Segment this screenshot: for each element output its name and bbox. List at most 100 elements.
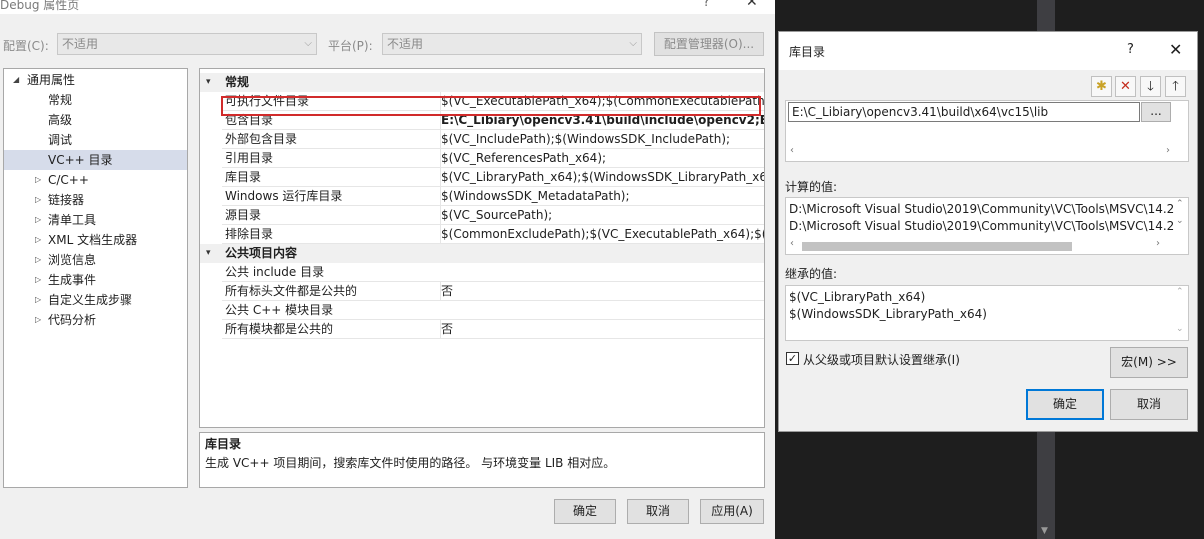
property-value[interactable]: $(VC_ReferencesPath_x64); xyxy=(440,149,764,167)
scroll-down-icon[interactable]: ⌄ xyxy=(1176,216,1184,226)
property-name: 公共 include 目录 xyxy=(225,265,325,279)
computed-value-1: D:\Microsoft Visual Studio\2019\Communit… xyxy=(789,202,1175,216)
property-row[interactable]: 外部包含目录 $(VC_IncludePath);$(WindowsSDK_Inc… xyxy=(222,130,764,149)
property-row[interactable]: 源目录 $(VC_SourcePath); xyxy=(222,206,764,225)
macros-button[interactable]: 宏(M) >> xyxy=(1110,347,1188,378)
expand-arrow-icon[interactable]: ▷ xyxy=(35,230,45,250)
entries-list[interactable]: E:\C_Libiary\opencv3.41\build\x64\vc15\l… xyxy=(785,100,1189,162)
tree-item[interactable]: ◢ 通用属性 xyxy=(4,70,187,90)
expand-arrow-icon[interactable]: ▷ xyxy=(35,210,45,230)
scroll-thumb[interactable] xyxy=(802,242,1072,251)
expand-arrow-icon[interactable]: ◢ xyxy=(13,70,23,90)
tree-item[interactable]: ▷ 生成事件 xyxy=(4,270,187,290)
property-row[interactable]: 排除目录 $(CommonExcludePath);$(VC_Executable… xyxy=(222,225,764,244)
tree-item-label: C/C++ xyxy=(48,173,89,187)
tree-item[interactable]: ▷ 清单工具 xyxy=(4,210,187,230)
inherit-checkbox-label[interactable]: 从父级或项目默认设置继承(I) xyxy=(803,351,960,368)
tree-item[interactable]: ▷ 链接器 xyxy=(4,190,187,210)
inherited-vscroll[interactable]: ⌃ ⌄ xyxy=(1174,286,1188,340)
library-directories-dialog: 库目录 ? ✕ ✱ ✕ 🡓 🡑 E:\C_Libiary\opencv3.41\… xyxy=(778,31,1198,432)
property-value[interactable]: $(WindowsSDK_MetadataPath); xyxy=(440,187,764,205)
property-value[interactable]: 否 xyxy=(440,282,764,300)
scroll-up-icon[interactable]: ⌃ xyxy=(1176,287,1184,297)
expand-arrow-icon[interactable]: ▷ xyxy=(35,270,45,290)
tree-item[interactable]: ▷ C/C++ xyxy=(4,170,187,190)
tree-item[interactable]: 高级 xyxy=(4,110,187,130)
scroll-left-icon[interactable]: ‹ xyxy=(790,145,794,156)
scroll-down-icon[interactable]: ⌄ xyxy=(1176,324,1184,334)
cancel-button[interactable]: 取消 xyxy=(627,499,689,524)
title-bar: Debug 属性页 ? ✕ xyxy=(0,0,775,14)
apply-button[interactable]: 应用(A) xyxy=(700,499,764,524)
help-button[interactable]: ? xyxy=(703,0,710,10)
entry-value: E:\C_Libiary\opencv3.41\build\x64\vc15\l… xyxy=(792,105,1049,119)
property-value[interactable]: $(VC_SourcePath); xyxy=(440,206,764,224)
expand-arrow-icon[interactable]: ▷ xyxy=(35,190,45,210)
tree-item[interactable]: 调试 xyxy=(4,130,187,150)
lib-help-button[interactable]: ? xyxy=(1127,42,1134,57)
entries-hscroll[interactable]: ‹ › xyxy=(786,145,1188,160)
expand-arrow-icon[interactable]: ▷ xyxy=(35,170,45,190)
tree-item[interactable]: ▷ 浏览信息 xyxy=(4,250,187,270)
tree-item[interactable]: ▷ XML 文档生成器 xyxy=(4,230,187,250)
ok-button[interactable]: 确定 xyxy=(554,499,616,524)
property-row[interactable]: 公共 C++ 模块目录 xyxy=(222,301,764,320)
grid-section-header[interactable]: ▾ 公共项目内容 xyxy=(200,244,764,263)
config-value: 不适用 xyxy=(62,37,99,51)
scroll-left-icon[interactable]: ‹ xyxy=(790,238,794,249)
config-manager-button[interactable]: 配置管理器(O)... xyxy=(654,32,764,56)
new-line-icon[interactable]: ✱ xyxy=(1091,76,1112,97)
inherit-checkbox[interactable]: ✓ xyxy=(786,352,799,365)
config-combo[interactable]: 不适用 ⌵ xyxy=(57,33,317,55)
collapse-arrow-icon[interactable]: ▾ xyxy=(206,73,211,92)
expand-arrow-icon[interactable]: ▷ xyxy=(35,290,45,310)
delete-icon[interactable]: ✕ xyxy=(1115,76,1136,97)
grid-section-header[interactable]: ▾ 常规 xyxy=(200,73,764,92)
property-row[interactable]: 库目录 $(VC_LibraryPath_x64);$(WindowsSDK_Li… xyxy=(222,168,764,187)
tree-item-label: VC++ 目录 xyxy=(48,153,113,167)
property-row[interactable]: Windows 运行库目录 $(WindowsSDK_MetadataPath); xyxy=(222,187,764,206)
lib-cancel-button[interactable]: 取消 xyxy=(1110,389,1188,420)
lib-close-button[interactable]: ✕ xyxy=(1169,40,1182,59)
property-value[interactable]: 否 xyxy=(440,320,764,338)
move-up-icon[interactable]: 🡑 xyxy=(1165,76,1186,97)
description-title: 库目录 xyxy=(205,437,242,451)
section-title: 常规 xyxy=(225,75,250,89)
tree-item-label: 代码分析 xyxy=(48,313,97,327)
property-name: 所有模块都是公共的 xyxy=(225,322,334,336)
description-panel: 库目录 生成 VC++ 项目期间，搜索库文件时使用的路径。 与环境变量 LIB … xyxy=(199,432,765,488)
scroll-right-icon[interactable]: › xyxy=(1166,145,1170,156)
expand-arrow-icon[interactable]: ▷ xyxy=(35,310,45,330)
close-button[interactable]: ✕ xyxy=(746,0,758,10)
property-row[interactable]: 所有标头文件都是公共的 否 xyxy=(222,282,764,301)
scroll-right-icon[interactable]: › xyxy=(1156,238,1160,249)
property-value[interactable]: $(VC_LibraryPath_x64);$(WindowsSDK_Libra… xyxy=(440,168,764,186)
property-row[interactable]: 所有模块都是公共的 否 xyxy=(222,320,764,339)
browse-button[interactable]: ... xyxy=(1141,102,1171,122)
scroll-down-icon[interactable]: ▼ xyxy=(1041,526,1048,536)
expand-arrow-icon[interactable]: ▷ xyxy=(35,250,45,270)
property-row[interactable]: 公共 include 目录 xyxy=(222,263,764,282)
move-down-icon[interactable]: 🡓 xyxy=(1140,76,1161,97)
property-name: 所有标头文件都是公共的 xyxy=(225,284,358,298)
property-name: Windows 运行库目录 xyxy=(225,189,343,203)
platform-value: 不适用 xyxy=(387,37,424,51)
property-value[interactable]: $(VC_IncludePath);$(WindowsSDK_IncludePa… xyxy=(440,130,764,148)
tree-item[interactable]: VC++ 目录 xyxy=(4,150,187,170)
lib-title-bar: 库目录 ? ✕ xyxy=(779,32,1197,70)
lib-ok-button[interactable]: 确定 xyxy=(1026,389,1104,420)
tree-item-label: 调试 xyxy=(48,133,73,147)
platform-combo[interactable]: 不适用 ⌵ xyxy=(382,33,642,55)
tree-item[interactable]: ▷ 自定义生成步骤 xyxy=(4,290,187,310)
computed-vscroll[interactable]: ⌃ ⌄ xyxy=(1174,198,1188,238)
entry-input[interactable]: E:\C_Libiary\opencv3.41\build\x64\vc15\l… xyxy=(788,102,1140,122)
scroll-up-icon[interactable]: ⌃ xyxy=(1176,199,1184,209)
tree-item[interactable]: ▷ 代码分析 xyxy=(4,310,187,330)
property-value[interactable]: $(CommonExcludePath);$(VC_ExecutablePath… xyxy=(440,225,764,243)
tree-item[interactable]: 常规 xyxy=(4,90,187,110)
inherited-value-2: $(WindowsSDK_LibraryPath_x64) xyxy=(789,307,987,321)
computed-hscroll[interactable]: ‹ › xyxy=(786,238,1188,253)
highlight-box xyxy=(221,96,761,116)
property-row[interactable]: 引用目录 $(VC_ReferencesPath_x64); xyxy=(222,149,764,168)
collapse-arrow-icon[interactable]: ▾ xyxy=(206,244,211,263)
